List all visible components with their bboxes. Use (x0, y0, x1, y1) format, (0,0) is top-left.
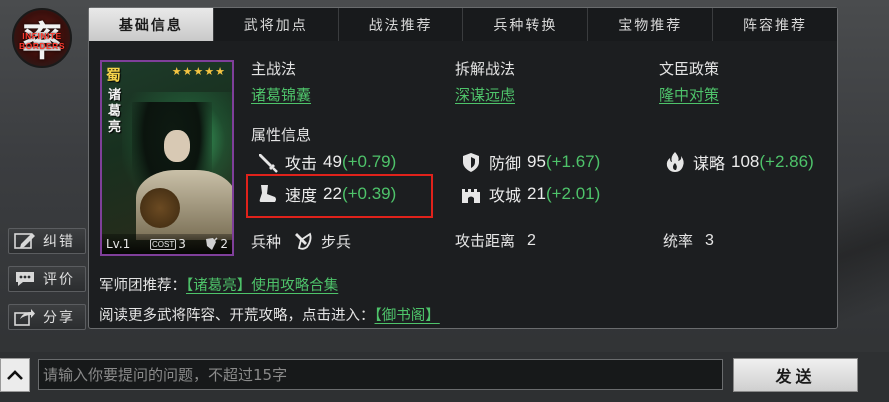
recommend-link[interactable]: 【诸葛亮】使用攻略合集 (186, 278, 338, 294)
defense-label: 防御 (489, 154, 522, 173)
question-input[interactable] (38, 359, 723, 390)
correct-label: 纠错 (43, 234, 75, 250)
expand-button[interactable] (0, 358, 30, 392)
card-art-face (164, 130, 190, 162)
card-general-name: 诸葛亮 (108, 88, 122, 135)
card-level: Lv.1 (106, 237, 131, 251)
troop-type-row: 兵种 步兵 (251, 230, 351, 252)
card-art-fan (140, 188, 180, 228)
share-icon (13, 307, 37, 327)
dismantle-skill-link[interactable]: 深谋远虑 (455, 84, 515, 105)
card-star-rating: ★★★★★ (171, 65, 226, 78)
card-footer: Lv.1 COST 3 2 (102, 234, 232, 254)
attributes-title: 属性信息 (251, 126, 312, 144)
tab-bar: 基础信息 武将加点 战法推荐 兵种转换 宝物推荐 阵容推荐 (89, 8, 837, 41)
stat-defense: 防御 95 (+1.67) (459, 150, 600, 174)
stat-strategy: 谋略 108 (+2.86) (663, 150, 814, 174)
strategy-value: 108 (731, 152, 760, 171)
chevron-up-icon (7, 370, 23, 380)
range-value: 2 (527, 231, 536, 249)
main-skill-link[interactable]: 诸葛锦囊 (251, 84, 311, 105)
review-label: 评价 (43, 272, 75, 288)
general-card[interactable]: 蜀 ★★★★★ 诸葛亮 Lv.1 COST 3 2 (100, 60, 234, 256)
command-value: 3 (705, 231, 714, 249)
shield-icon (206, 237, 218, 250)
attack-value: 49 (323, 152, 342, 171)
read-more-line: 阅读更多武将阵容、开荒攻略，点击进入：【御书阁】 (99, 304, 440, 325)
card-type-count: 2 (220, 237, 228, 251)
troop-value: 步兵 (321, 232, 352, 251)
siege-value: 21 (527, 184, 546, 203)
recommend-prefix: 军师团推荐： (99, 278, 186, 294)
siege-label: 攻城 (489, 186, 522, 205)
logo-text: INFINITE BORDERS (18, 31, 65, 51)
defense-growth: (+1.67) (545, 152, 601, 171)
shield-icon (459, 150, 483, 174)
comment-icon (13, 269, 37, 289)
review-button[interactable]: 评价 (8, 266, 86, 292)
edit-icon (13, 231, 37, 251)
troop-label: 兵种 (251, 232, 282, 251)
cost-badge: COST (150, 238, 177, 250)
strategy-label: 谋略 (693, 154, 726, 173)
range-label: 攻击距离 (455, 232, 516, 250)
share-button[interactable]: 分享 (8, 304, 86, 330)
sword-icon (255, 150, 279, 174)
tab-troop-convert[interactable]: 兵种转换 (463, 8, 589, 41)
castle-icon (459, 182, 483, 206)
card-faction: 蜀 (106, 66, 122, 84)
policy-link[interactable]: 隆中对策 (659, 84, 719, 105)
background-brush-stroke (829, 150, 889, 350)
general-info-panel: 基础信息 武将加点 战法推荐 兵种转换 宝物推荐 阵容推荐 蜀 ★★★★★ 诸葛… (88, 7, 838, 329)
stat-siege: 攻城 21 (+2.01) (459, 182, 600, 206)
correct-button[interactable]: 纠错 (8, 228, 86, 254)
card-troop-type: 2 (204, 237, 228, 251)
main-skill-label: 主战法 (251, 60, 297, 78)
tab-treasure-recommend[interactable]: 宝物推荐 (588, 8, 714, 41)
tab-lineup-recommend[interactable]: 阵容推荐 (713, 8, 837, 41)
command-row: 统率 3 (663, 230, 714, 251)
app-logo: 率 INFINITE BORDERS (12, 8, 72, 68)
library-link[interactable]: 【御书阁】 (375, 308, 440, 324)
attack-range-row: 攻击距离 2 (455, 230, 536, 251)
flame-icon (663, 150, 687, 174)
strategy-growth: (+2.86) (759, 152, 814, 171)
infantry-icon (295, 232, 312, 250)
share-label: 分享 (43, 310, 75, 326)
cost-value: 3 (178, 237, 186, 251)
tab-basic-info[interactable]: 基础信息 (89, 8, 214, 41)
tab-skill-recommend[interactable]: 战法推荐 (338, 8, 464, 41)
speed-highlight-box (246, 174, 433, 218)
defense-value: 95 (527, 152, 546, 171)
tab-stat-points[interactable]: 武将加点 (213, 8, 339, 41)
read-more-prefix: 阅读更多武将阵容、开荒攻略，点击进入： (99, 308, 375, 324)
send-button[interactable]: 发送 (733, 358, 858, 392)
recommend-line: 军师团推荐：【诸葛亮】使用攻略合集 (99, 274, 338, 295)
policy-label: 文臣政策 (659, 60, 720, 78)
attack-label: 攻击 (285, 154, 318, 173)
siege-growth: (+2.01) (545, 184, 601, 203)
card-cost: COST 3 (150, 237, 196, 251)
attack-growth: (+0.79) (341, 152, 397, 171)
stat-attack: 攻击 49 (+0.79) (255, 150, 396, 174)
command-label: 统率 (663, 232, 694, 250)
dismantle-skill-label: 拆解战法 (455, 60, 516, 78)
troop-value-wrap: 步兵 (293, 230, 351, 252)
